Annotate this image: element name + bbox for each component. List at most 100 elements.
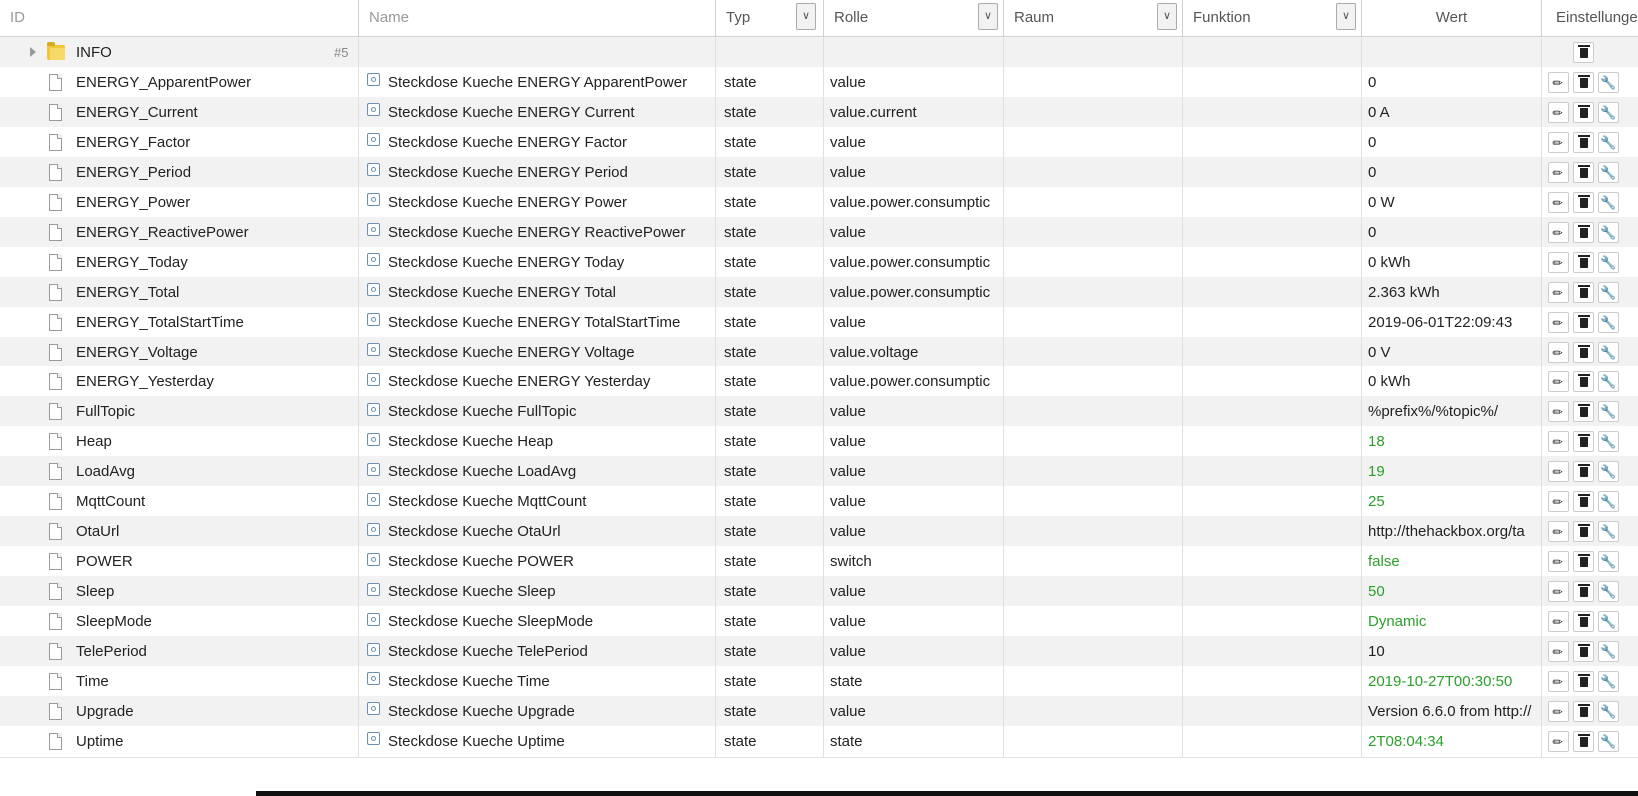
raum-cell[interactable] <box>1004 66 1183 98</box>
edit-button[interactable]: ✎ <box>1548 431 1569 453</box>
settings-button[interactable]: 🔧 <box>1598 670 1619 692</box>
name-cell[interactable]: Steckdose Kueche ENERGY Factor <box>359 126 716 158</box>
name-cell[interactable]: Steckdose Kueche POWER <box>359 546 716 578</box>
table-row[interactable]: MqttCount Steckdose Kueche MqttCount state… <box>0 486 1638 519</box>
wert-cell[interactable]: %prefix%/%topic%/ <box>1362 396 1542 428</box>
funktion-cell[interactable] <box>1183 606 1362 638</box>
settings-button[interactable]: 🔧 <box>1598 281 1619 303</box>
raum-cell[interactable] <box>1004 336 1183 368</box>
wert-cell[interactable]: 2.363 kWh <box>1362 276 1542 308</box>
edit-button[interactable]: ✎ <box>1548 341 1569 363</box>
delete-button[interactable] <box>1573 42 1594 63</box>
funktion-cell[interactable] <box>1183 96 1362 128</box>
raum-cell[interactable] <box>1004 186 1183 218</box>
wert-cell[interactable]: 0 <box>1362 66 1542 98</box>
edit-button[interactable]: ✎ <box>1548 281 1569 303</box>
funktion-cell[interactable] <box>1183 216 1362 248</box>
wert-cell[interactable]: 0 <box>1362 156 1542 188</box>
table-row[interactable]: SleepMode Steckdose Kueche SleepMode state… <box>0 606 1638 639</box>
raum-cell[interactable] <box>1004 576 1183 608</box>
table-row[interactable]: POWER Steckdose Kueche POWER state switch fa… <box>0 546 1638 579</box>
funktion-cell[interactable] <box>1183 156 1362 188</box>
table-row[interactable]: ENERGY_Period Steckdose Kueche ENERGY Per… <box>0 156 1638 189</box>
name-cell[interactable]: Steckdose Kueche ENERGY ApparentPower <box>359 66 716 98</box>
rolle-cell[interactable]: value <box>824 126 1004 158</box>
name-cell[interactable]: Steckdose Kueche ENERGY Total <box>359 276 716 308</box>
settings-button[interactable]: 🔧 <box>1598 730 1619 752</box>
rolle-cell[interactable]: value <box>824 66 1004 98</box>
name-cell[interactable]: Steckdose Kueche Uptime <box>359 725 716 757</box>
rolle-cell[interactable]: value <box>824 426 1004 458</box>
funktion-cell[interactable] <box>1183 126 1362 158</box>
delete-button[interactable] <box>1573 131 1594 153</box>
name-cell[interactable]: Steckdose Kueche ENERGY Yesterday <box>359 366 716 398</box>
funktion-cell[interactable] <box>1183 246 1362 278</box>
wert-cell[interactable]: Version 6.6.0 from http:// <box>1362 695 1542 727</box>
settings-button[interactable]: 🔧 <box>1598 461 1619 483</box>
raum-cell[interactable] <box>1004 396 1183 428</box>
delete-button[interactable] <box>1573 101 1594 123</box>
edit-button[interactable]: ✎ <box>1548 611 1569 633</box>
delete-button[interactable] <box>1573 71 1594 93</box>
table-row[interactable]: ENERGY_Factor Steckdose Kueche ENERGY Fac… <box>0 126 1638 159</box>
table-row[interactable]: TelePeriod Steckdose Kueche TelePeriod sta… <box>0 636 1638 668</box>
rolle-cell[interactable]: value <box>824 486 1004 518</box>
rolle-cell[interactable]: value.current <box>824 96 1004 128</box>
wert-cell[interactable]: 50 <box>1362 576 1542 608</box>
rolle-cell[interactable]: value <box>824 516 1004 548</box>
funktion-cell[interactable] <box>1183 186 1362 218</box>
funktion-cell[interactable] <box>1183 66 1362 98</box>
delete-button[interactable] <box>1573 521 1594 543</box>
settings-button[interactable]: 🔧 <box>1598 641 1619 662</box>
header-id[interactable]: ID <box>0 0 359 36</box>
settings-button[interactable]: 🔧 <box>1598 131 1619 153</box>
edit-button[interactable]: ✎ <box>1548 461 1569 483</box>
raum-cell[interactable] <box>1004 366 1183 398</box>
settings-button[interactable]: 🔧 <box>1598 371 1619 393</box>
rolle-cell[interactable]: value <box>824 306 1004 338</box>
delete-button[interactable] <box>1573 281 1594 303</box>
table-row[interactable]: ENERGY_Current Steckdose Kueche ENERGY Cu… <box>0 96 1638 129</box>
edit-button[interactable]: ✎ <box>1548 700 1569 722</box>
settings-button[interactable]: 🔧 <box>1598 431 1619 453</box>
edit-button[interactable]: ✎ <box>1548 491 1569 513</box>
edit-button[interactable]: ✎ <box>1548 670 1569 692</box>
funktion-cell[interactable] <box>1183 396 1362 428</box>
settings-button[interactable]: 🔧 <box>1598 221 1619 243</box>
delete-button[interactable] <box>1573 401 1594 423</box>
delete-button[interactable] <box>1573 461 1594 483</box>
wert-cell[interactable]: 2019-10-27T00:30:50 <box>1362 665 1542 697</box>
edit-button[interactable]: ✎ <box>1548 521 1569 543</box>
raum-cell[interactable] <box>1004 695 1183 727</box>
name-cell[interactable]: Steckdose Kueche LoadAvg <box>359 456 716 488</box>
header-wert[interactable]: Wert <box>1362 0 1542 36</box>
delete-button[interactable] <box>1573 611 1594 633</box>
wert-cell[interactable]: 0 <box>1362 216 1542 248</box>
funktion-cell[interactable] <box>1183 725 1362 757</box>
delete-button[interactable] <box>1573 431 1594 453</box>
name-cell[interactable]: Steckdose Kueche MqttCount <box>359 486 716 518</box>
edit-button[interactable]: ✎ <box>1548 581 1569 603</box>
table-row[interactable]: FullTopic Steckdose Kueche FullTopic state… <box>0 396 1638 429</box>
rolle-cell[interactable]: value.voltage <box>824 336 1004 368</box>
edit-button[interactable]: ✎ <box>1548 101 1569 123</box>
name-cell[interactable]: Steckdose Kueche ENERGY Today <box>359 246 716 278</box>
name-cell[interactable]: Steckdose Kueche TelePeriod <box>359 636 716 667</box>
table-row[interactable]: ENERGY_Power Steckdose Kueche ENERGY Powe… <box>0 186 1638 219</box>
raum-cell[interactable] <box>1004 126 1183 158</box>
delete-button[interactable] <box>1573 341 1594 363</box>
edit-button[interactable]: ✎ <box>1548 221 1569 243</box>
raum-cell[interactable] <box>1004 96 1183 128</box>
delete-button[interactable] <box>1573 700 1594 722</box>
rolle-cell[interactable]: value <box>824 606 1004 638</box>
settings-button[interactable]: 🔧 <box>1598 161 1619 183</box>
delete-button[interactable] <box>1573 641 1594 662</box>
funktion-cell[interactable] <box>1183 695 1362 727</box>
table-row[interactable]: ENERGY_Today Steckdose Kueche ENERGY Toda… <box>0 246 1638 279</box>
header-typ[interactable]: Typ ∨ <box>716 0 824 36</box>
raum-cell[interactable] <box>1004 216 1183 248</box>
delete-button[interactable] <box>1573 221 1594 243</box>
wert-cell[interactable]: 25 <box>1362 486 1542 518</box>
funktion-cell[interactable] <box>1183 665 1362 697</box>
funktion-cell[interactable] <box>1183 426 1362 458</box>
